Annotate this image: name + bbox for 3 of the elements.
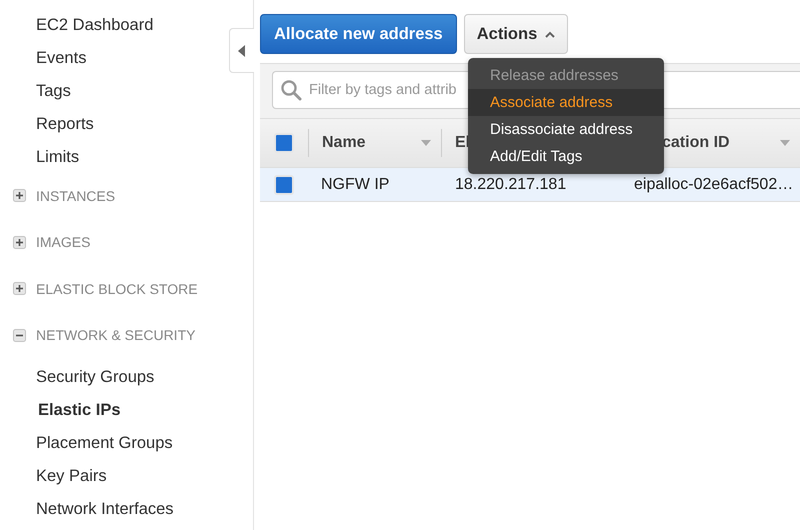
table-cell: NGFW IP xyxy=(321,176,390,192)
table-cell: eipalloc-02e6acf502… xyxy=(634,176,794,192)
table-cell: 18.220.217.181 xyxy=(455,176,566,192)
